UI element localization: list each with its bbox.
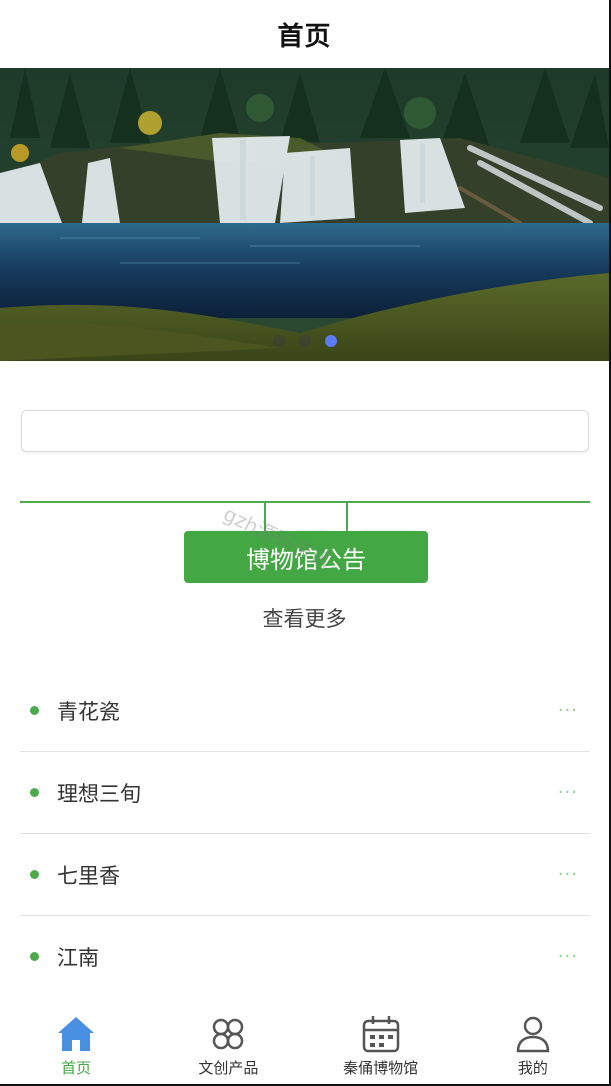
bullet-dot-icon [30, 706, 39, 715]
more-dots-icon[interactable]: ··· [558, 700, 578, 721]
carousel-dots [0, 335, 609, 347]
list-item-title: 理想三旬 [57, 781, 141, 806]
tab-label: 文创产品 [198, 1059, 259, 1077]
notice-hanger-right [346, 502, 348, 532]
view-more-link[interactable]: 查看更多 [0, 603, 609, 633]
search-input[interactable] [21, 410, 589, 452]
bottom-tab-bar: 首页 文创产品 秦俑博物馆 我的 [0, 1006, 609, 1084]
tab-label: 我的 [517, 1059, 548, 1077]
museum-notice-label: 博物馆公告 [246, 545, 366, 574]
museum-notice-button[interactable]: 博物馆公告 [184, 531, 428, 583]
tab-label: 秦俑博物馆 [343, 1059, 419, 1077]
carousel-dot[interactable] [298, 335, 311, 347]
notice-list: 青花瓷 ··· 理想三旬 ··· 七里香 ··· 江南 ··· [20, 670, 590, 997]
list-item-title: 江南 [57, 945, 99, 970]
nav-header: 首页 [0, 0, 609, 68]
page-title: 首页 [277, 21, 332, 52]
bullet-dot-icon [30, 952, 39, 961]
tab-mine[interactable]: 我的 [457, 1006, 609, 1084]
notice-divider [20, 501, 590, 503]
more-dots-icon[interactable]: ··· [558, 946, 578, 967]
notice-hanger-left [264, 502, 266, 532]
banner-carousel[interactable] [0, 68, 609, 361]
more-dots-icon[interactable]: ··· [558, 782, 578, 803]
clover-icon [213, 1018, 244, 1050]
list-item[interactable]: 青花瓷 ··· [20, 670, 590, 752]
more-dots-icon[interactable]: ··· [558, 864, 578, 885]
carousel-dot-active[interactable] [324, 335, 337, 347]
list-item-title: 青花瓷 [57, 699, 120, 724]
banner-waterfall-image [0, 68, 609, 361]
list-item-title: 七里香 [57, 863, 120, 888]
app-frame: 首页 博物馆公告 查看更多 gzh源码资讯 青花瓷 ··· 理想三旬 ··· 七… [0, 0, 611, 1086]
list-item[interactable]: 理想三旬 ··· [20, 752, 590, 834]
list-item[interactable]: 江南 ··· [20, 916, 590, 997]
tab-cultural-products[interactable]: 文创产品 [152, 1006, 304, 1084]
home-icon [58, 1017, 95, 1051]
user-icon [516, 1016, 550, 1053]
carousel-dot[interactable] [272, 335, 285, 347]
tab-museum[interactable]: 秦俑博物馆 [305, 1006, 457, 1084]
list-item[interactable]: 七里香 ··· [20, 834, 590, 916]
tab-home[interactable]: 首页 [0, 1006, 152, 1084]
bullet-dot-icon [30, 870, 39, 879]
tab-label: 首页 [61, 1059, 92, 1077]
calendar-icon [362, 1016, 399, 1053]
bullet-dot-icon [30, 788, 39, 797]
